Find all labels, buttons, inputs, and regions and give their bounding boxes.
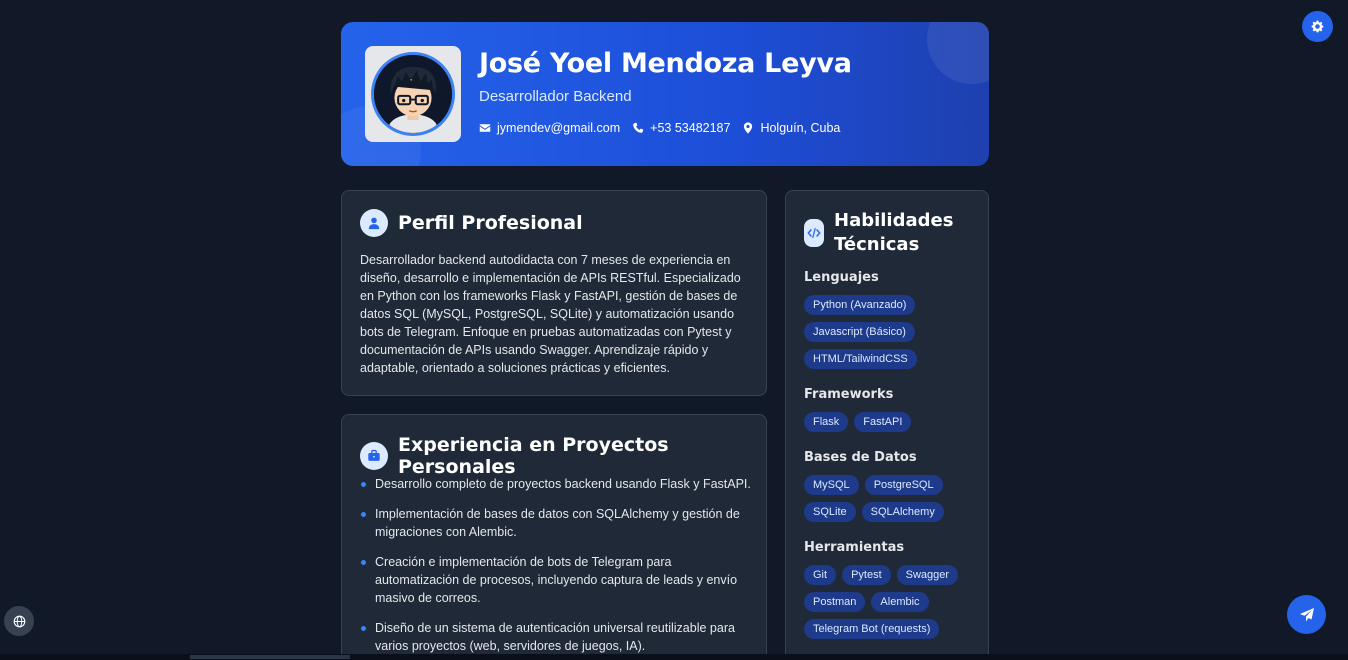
contact-phone[interactable]: +53 53482187 <box>632 121 730 135</box>
contact-button[interactable] <box>1287 595 1326 634</box>
skills-section: Habilidades Técnicas Lenguajes Python (A… <box>785 190 989 660</box>
section-title: Perfil Profesional <box>360 209 583 237</box>
map-marker-icon <box>744 122 753 134</box>
gear-icon <box>1311 20 1324 33</box>
skills-title-line: Habilidades <box>834 210 954 231</box>
skill-tag: MySQL <box>804 475 859 495</box>
skill-tag: Telegram Bot (requests) <box>804 619 940 639</box>
skill-group-herramientas: Herramientas Git Pytest Swagger Postman … <box>804 540 980 639</box>
skill-group-lenguajes: Lenguajes Python (Avanzado) Javascript (… <box>804 270 980 369</box>
skill-tag: Git <box>804 565 837 585</box>
experience-section-title: Experiencia en Proyectos Personales <box>398 434 669 478</box>
language-button[interactable] <box>4 606 34 636</box>
skill-tag: Swagger <box>896 565 959 585</box>
decorative-circle <box>927 22 989 84</box>
section-title: Experiencia en Proyectos Personales <box>360 434 766 478</box>
profile-role: Desarrollador Backend <box>479 88 632 105</box>
skill-heading: Lenguajes <box>804 270 879 285</box>
list-item: Implementación de bases de datos con SQL… <box>360 505 752 541</box>
skill-tag: HTML/TailwindCSS <box>804 349 917 369</box>
avatar-image <box>371 52 455 136</box>
envelope-icon <box>479 124 491 132</box>
email-text: jymendev@gmail.com <box>497 121 621 135</box>
skill-tag: Pytest <box>842 565 891 585</box>
globe-icon <box>13 615 25 627</box>
cv-page: José Yoel Mendoza Leyva Desarrollador Ba… <box>0 0 1348 660</box>
skill-tag: SQLAlchemy <box>861 502 944 522</box>
skills-title-line: Técnicas <box>834 234 920 255</box>
avatar <box>365 46 461 142</box>
taskbar <box>0 654 1348 660</box>
profile-name: José Yoel Mendoza Leyva <box>479 48 852 79</box>
user-icon <box>360 209 388 237</box>
list-item: Creación e implementación de bots de Tel… <box>360 553 752 607</box>
contact-info: jymendev@gmail.com +53 53482187 Holguín,… <box>479 121 840 135</box>
tag-list: MySQL PostgreSQL SQLite SQLAlchemy <box>804 475 980 522</box>
skill-tag: PostgreSQL <box>864 475 943 495</box>
profile-summary: Desarrollador backend autodidacta con 7 … <box>360 253 741 375</box>
location-text: Holguín, Cuba <box>760 121 841 135</box>
experience-list: Desarrollo completo de proyectos backend… <box>360 475 752 660</box>
tag-list: Git Pytest Swagger Postman Alembic Teleg… <box>804 565 980 639</box>
skill-tag: Flask <box>804 412 849 432</box>
section-title: Habilidades Técnicas <box>804 209 953 257</box>
skill-group-frameworks: Frameworks Flask FastAPI <box>804 387 980 432</box>
code-icon <box>804 219 824 247</box>
settings-button[interactable] <box>1302 11 1333 42</box>
list-item: Desarrollo completo de proyectos backend… <box>360 475 752 493</box>
profile-header: José Yoel Mendoza Leyva Desarrollador Ba… <box>341 22 989 166</box>
tag-list: Python (Avanzado) Javascript (Básico) HT… <box>804 295 980 369</box>
experience-section: Experiencia en Proyectos Personales Desa… <box>341 414 767 660</box>
taskbar-item <box>190 655 350 659</box>
briefcase-icon <box>360 442 388 470</box>
skill-tag: FastAPI <box>854 412 912 432</box>
skill-tag: SQLite <box>804 502 856 522</box>
skill-tag: Javascript (Básico) <box>804 322 915 342</box>
skill-tag: Python (Avanzado) <box>804 295 916 315</box>
contact-location: Holguín, Cuba <box>742 121 840 135</box>
profile-section: Perfil Profesional Desarrollador backend… <box>341 190 767 396</box>
skill-group-bases-de-datos: Bases de Datos MySQL PostgreSQL SQLite S… <box>804 450 980 522</box>
skills-section-title: Habilidades Técnicas <box>834 209 953 257</box>
contact-email[interactable]: jymendev@gmail.com <box>479 121 620 135</box>
skill-tag: Alembic <box>871 592 929 612</box>
profile-section-title: Perfil Profesional <box>398 212 583 234</box>
skill-heading: Bases de Datos <box>804 450 917 465</box>
tag-list: Flask FastAPI <box>804 412 980 432</box>
phone-icon <box>633 122 644 133</box>
phone-text: +53 53482187 <box>650 121 731 135</box>
skill-heading: Frameworks <box>804 387 894 402</box>
paper-plane-icon <box>1299 607 1314 621</box>
skill-tag: Postman <box>804 592 866 612</box>
list-item: Diseño de un sistema de autenticación un… <box>360 619 752 655</box>
skill-heading: Herramientas <box>804 540 905 555</box>
